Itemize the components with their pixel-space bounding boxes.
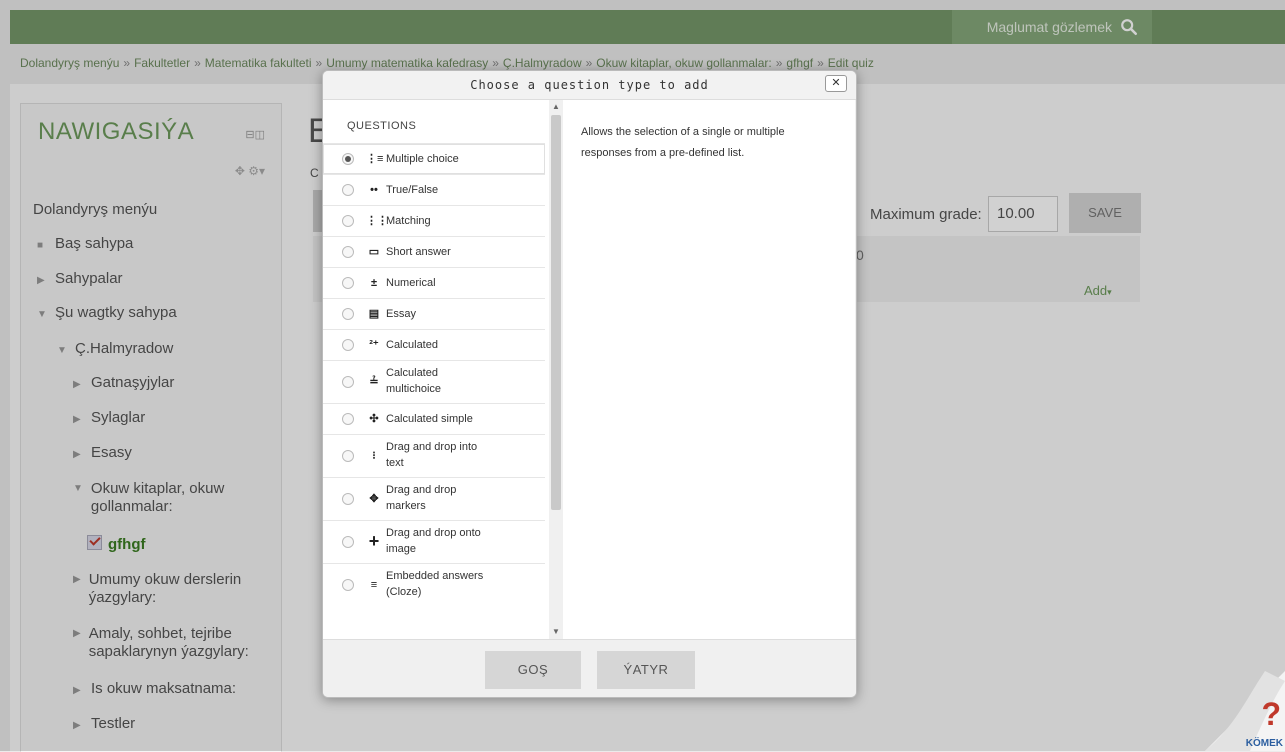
true-false-icon: •• bbox=[370, 184, 378, 196]
short-answer-icon: ▭ bbox=[368, 246, 380, 258]
radio-button[interactable] bbox=[342, 215, 354, 227]
option-label: Calculated simple bbox=[386, 413, 473, 425]
option-label: Short answer bbox=[386, 246, 451, 258]
option-label: Drag and drop into text bbox=[386, 441, 478, 469]
list-scrollbar[interactable]: ▲ ▼ bbox=[549, 100, 563, 639]
radio-button[interactable] bbox=[342, 413, 354, 425]
option-drag-drop-image[interactable]: + Drag and drop onto image bbox=[323, 520, 545, 563]
calculated-icon: ²⁺ bbox=[369, 339, 379, 351]
option-calculated[interactable]: ²⁺ Calculated bbox=[323, 329, 545, 360]
help-label: KÖMEK bbox=[1245, 738, 1283, 749]
help-icon: ? bbox=[1261, 696, 1281, 732]
option-drag-drop-markers[interactable]: ✥ Drag and drop markers bbox=[323, 477, 545, 520]
option-label: Matching bbox=[386, 215, 431, 227]
add-button[interactable]: GOŞ bbox=[485, 651, 581, 689]
option-label: Drag and drop onto image bbox=[386, 527, 481, 555]
scroll-down-icon[interactable]: ▼ bbox=[552, 627, 560, 636]
option-label: Essay bbox=[386, 308, 416, 320]
option-matching[interactable]: ⋮⋮ Matching bbox=[323, 205, 545, 236]
radio-button[interactable] bbox=[342, 579, 354, 591]
numerical-icon: ± bbox=[370, 277, 378, 289]
option-label: Calculated multichoice bbox=[386, 367, 442, 395]
option-calculated-simple[interactable]: ✣ Calculated simple bbox=[323, 403, 545, 434]
option-embedded-answers[interactable]: ≡ Embedded answers (Cloze) bbox=[323, 563, 545, 606]
calculated-simple-icon: ✣ bbox=[369, 413, 379, 425]
essay-icon: ▤ bbox=[368, 308, 380, 320]
scroll-up-icon[interactable]: ▲ bbox=[552, 102, 560, 111]
description-panel: Allows the selection of a single or mult… bbox=[563, 100, 855, 639]
question-type-dialog: Choose a question type to add ✕ QUESTION… bbox=[322, 70, 857, 698]
radio-button[interactable] bbox=[342, 376, 354, 388]
questions-section-label: QUESTIONS bbox=[347, 120, 417, 132]
radio-button[interactable] bbox=[342, 153, 354, 165]
option-label: Embedded answers (Cloze) bbox=[386, 570, 484, 598]
option-numerical[interactable]: ± Numerical bbox=[323, 267, 545, 298]
option-label: Numerical bbox=[386, 277, 436, 289]
dialog-footer: GOŞ ÝATYR bbox=[323, 639, 856, 697]
radio-button[interactable] bbox=[342, 308, 354, 320]
close-icon[interactable]: ✕ bbox=[825, 75, 847, 92]
drag-drop-image-icon: + bbox=[368, 531, 380, 551]
radio-button[interactable] bbox=[342, 246, 354, 258]
calculated-multichoice-icon: ≟ bbox=[369, 376, 379, 388]
radio-button[interactable] bbox=[342, 493, 354, 505]
radio-button[interactable] bbox=[342, 450, 354, 462]
radio-button[interactable] bbox=[342, 536, 354, 548]
scrollbar-thumb[interactable] bbox=[551, 115, 561, 510]
radio-button[interactable] bbox=[342, 184, 354, 196]
multiple-choice-icon: ⋮≡ bbox=[366, 153, 384, 165]
option-multiple-choice[interactable]: ⋮≡ Multiple choice bbox=[323, 143, 545, 174]
drag-drop-markers-icon: ✥ bbox=[369, 493, 379, 505]
radio-button[interactable] bbox=[342, 339, 354, 351]
question-type-list: QUESTIONS ⋮≡ Multiple choice •• True/Fal… bbox=[323, 100, 549, 639]
radio-button[interactable] bbox=[342, 277, 354, 289]
cancel-button[interactable]: ÝATYR bbox=[597, 651, 695, 689]
option-essay[interactable]: ▤ Essay bbox=[323, 298, 545, 329]
option-label: True/False bbox=[386, 184, 439, 196]
option-drag-drop-text[interactable]: ⁝ Drag and drop into text bbox=[323, 434, 545, 477]
option-label: Calculated bbox=[386, 339, 438, 351]
option-true-false[interactable]: •• True/False bbox=[323, 174, 545, 205]
option-short-answer[interactable]: ▭ Short answer bbox=[323, 236, 545, 267]
dialog-header: Choose a question type to add ✕ bbox=[323, 71, 856, 100]
question-type-description: Allows the selection of a single or mult… bbox=[581, 126, 785, 159]
embedded-answers-icon: ≡ bbox=[370, 579, 378, 591]
matching-icon: ⋮⋮ bbox=[366, 215, 388, 227]
drag-drop-text-icon: ⁝ bbox=[372, 450, 376, 462]
dialog-title: Choose a question type to add bbox=[470, 78, 709, 92]
option-calculated-multichoice[interactable]: ≟ Calculated multichoice bbox=[323, 360, 545, 403]
help-corner[interactable]: ? KÖMEK bbox=[1205, 671, 1285, 751]
option-label: Drag and drop markers bbox=[386, 484, 457, 512]
option-label: Multiple choice bbox=[386, 153, 459, 165]
